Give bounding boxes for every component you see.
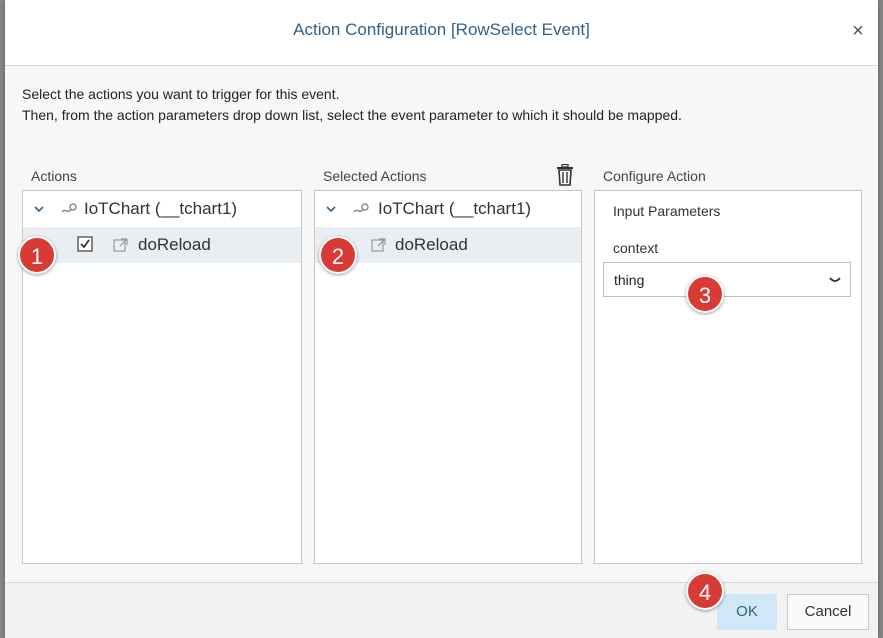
actions-tree-child-label: doReload [138,235,211,254]
chart-node-icon [61,203,77,213]
checkbox-checked-icon[interactable] [77,236,93,252]
instruction-line-2: Then, from the action parameters drop do… [22,107,682,123]
chevron-down-icon[interactable] [33,203,45,215]
ok-button[interactable]: OK [717,594,777,630]
actions-label: Actions [31,168,77,184]
configure-action-panel: Input Parameters context thing [594,190,862,564]
chevron-down-icon[interactable] [325,203,337,215]
input-parameters-title: Input Parameters [613,203,721,219]
context-param-select[interactable]: thing [603,262,851,297]
dialog-footer: OK Cancel [5,582,878,638]
selected-tree-parent[interactable]: IoTChart (__tchart1) [315,191,581,227]
chart-node-icon [353,203,369,213]
dialog-title: Action Configuration [RowSelect Event] [293,20,590,39]
annotation-badge-4: 4 [686,572,724,610]
context-param-label: context [613,240,659,256]
dialog-header: Action Configuration [RowSelect Event] × [5,0,878,66]
annotation-badge-2: 2 [319,236,357,274]
annotation-badge-3: 3 [686,275,724,313]
instructions: Select the actions you want to trigger f… [22,84,682,126]
selected-tree-parent-label: IoTChart (__tchart1) [378,199,532,218]
configure-action-label: Configure Action [603,168,706,184]
actions-tree-parent-label: IoTChart (__tchart1) [84,199,238,218]
close-icon[interactable]: × [848,21,868,41]
dialog-content: Select the actions you want to trigger f… [5,66,878,582]
chevron-down-icon[interactable] [828,274,842,286]
instruction-line-1: Select the actions you want to trigger f… [22,86,340,102]
selected-actions-label: Selected Actions [323,168,427,184]
cancel-button[interactable]: Cancel [787,594,869,630]
actions-tree-child[interactable]: doReload [23,227,301,263]
external-link-icon [371,238,386,252]
context-param-value: thing [614,272,645,288]
selected-tree-child-label: doReload [395,235,468,254]
external-link-icon [113,238,128,252]
actions-panel: IoTChart (__tchart1) doReload [22,190,302,564]
action-configuration-dialog: Action Configuration [RowSelect Event] ×… [5,0,878,638]
annotation-badge-1: 1 [18,236,56,274]
actions-tree-parent[interactable]: IoTChart (__tchart1) [23,191,301,227]
trash-icon[interactable] [555,164,575,186]
